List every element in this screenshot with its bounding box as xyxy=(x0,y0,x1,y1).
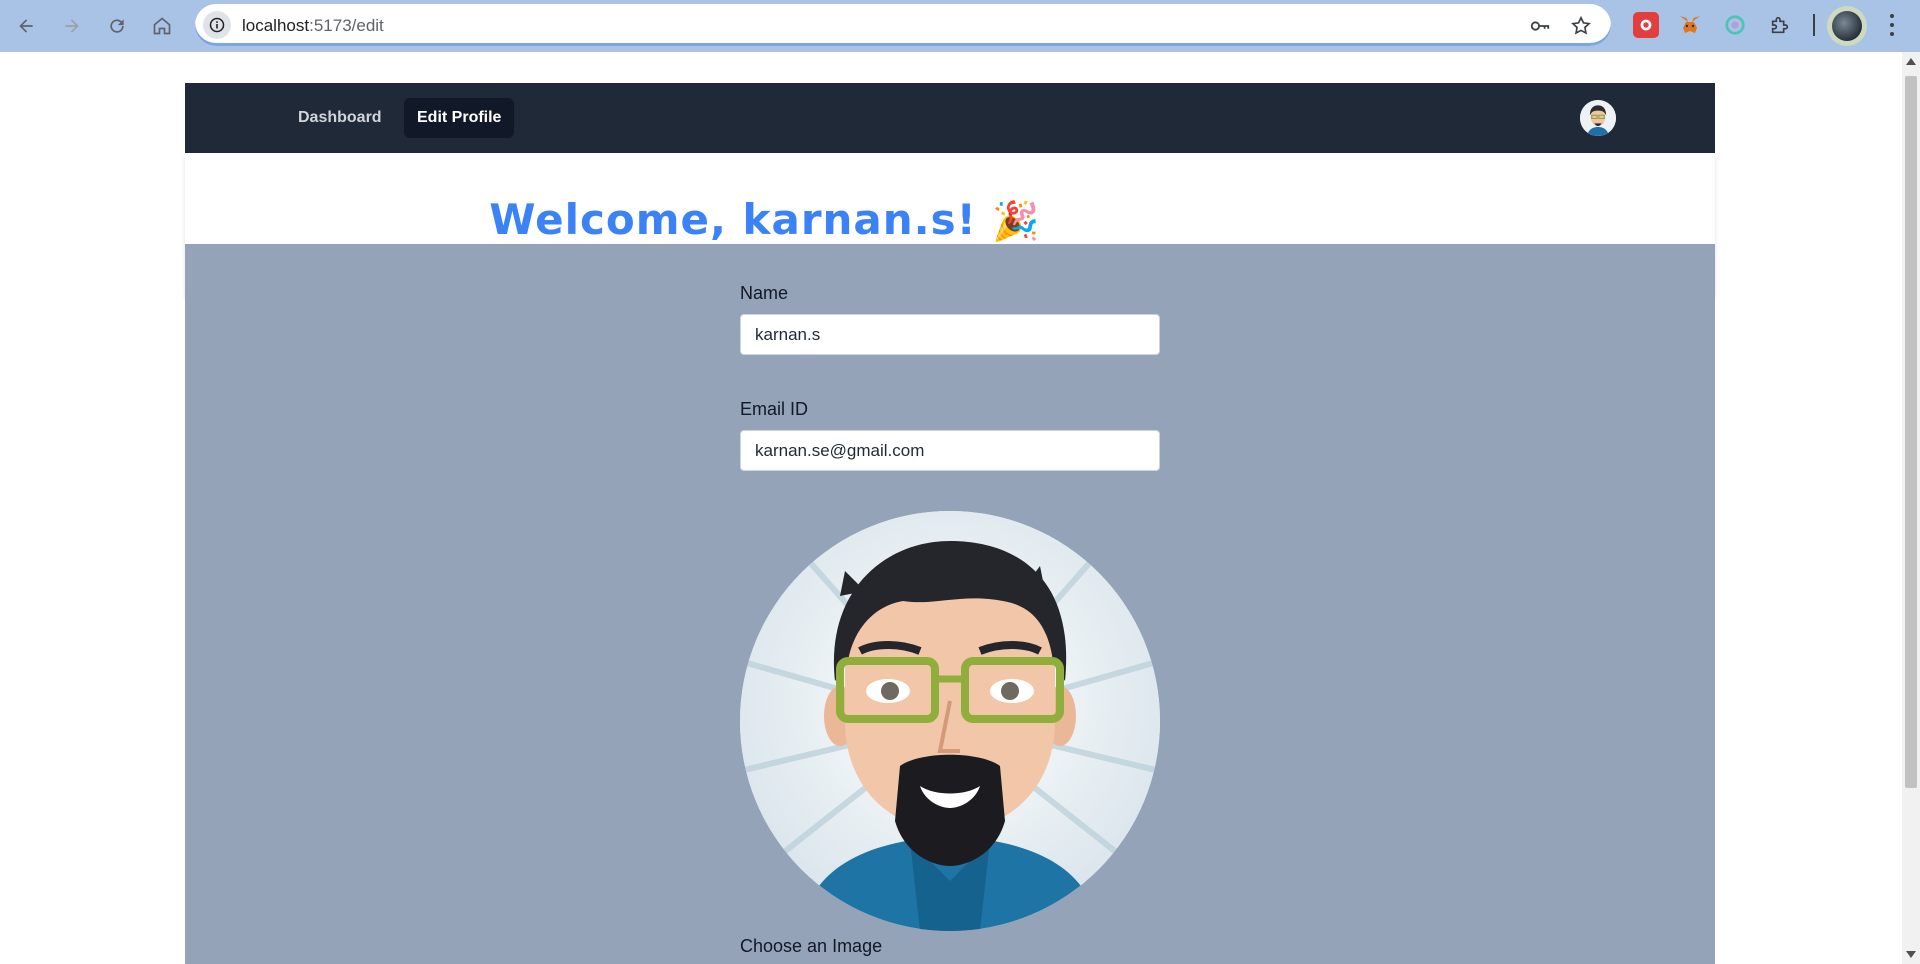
welcome-heading: Welcome, karnan.s! 🎉 xyxy=(0,195,1530,244)
page-viewport: Dashboard Edit Profile Name karnan.s Ema… xyxy=(0,52,1902,964)
back-icon[interactable] xyxy=(10,10,42,42)
scroll-down-icon[interactable] xyxy=(1906,951,1916,958)
choose-image-label: Choose an Image xyxy=(740,936,883,956)
top-navbar: Dashboard Edit Profile xyxy=(185,83,1715,153)
forward-icon[interactable] xyxy=(56,10,88,42)
home-icon[interactable] xyxy=(146,10,178,42)
browser-toolbar: localhost:5173/edit xyxy=(0,0,1920,52)
password-key-icon[interactable] xyxy=(1529,15,1551,37)
scrollbar-thumb[interactable] xyxy=(1905,76,1917,788)
email-label: Email ID xyxy=(740,399,809,419)
nav-edit-profile-link[interactable]: Edit Profile xyxy=(404,98,515,138)
user-avatar-icon[interactable] xyxy=(1580,100,1616,136)
site-info-icon[interactable] xyxy=(203,11,231,39)
extension-red-icon[interactable] xyxy=(1633,12,1659,38)
metamask-fox-icon[interactable] xyxy=(1677,12,1703,38)
address-bar[interactable]: localhost:5173/edit xyxy=(195,4,1611,46)
bookmark-star-icon[interactable] xyxy=(1570,15,1592,37)
party-popper-icon: 🎉 xyxy=(992,199,1041,243)
page-scrollbar[interactable] xyxy=(1902,52,1920,964)
nav-dashboard-link[interactable]: Dashboard xyxy=(285,98,395,138)
edit-profile-section: Name karnan.s Email ID karnan.se@gmail.c… xyxy=(185,244,1715,964)
menu-icon[interactable] xyxy=(1884,12,1900,38)
profile-avatar-icon[interactable] xyxy=(1827,6,1867,46)
toolbar-divider xyxy=(1813,14,1815,36)
extensions-puzzle-icon[interactable] xyxy=(1767,12,1793,38)
email-input[interactable]: karnan.se@gmail.com xyxy=(740,430,1160,471)
welcome-text: Welcome, karnan.s! xyxy=(489,195,977,244)
reload-icon[interactable] xyxy=(101,10,133,42)
name-label: Name xyxy=(740,283,789,303)
name-input[interactable]: karnan.s xyxy=(740,314,1160,355)
scroll-up-icon[interactable] xyxy=(1906,58,1916,65)
extension-circle-icon[interactable] xyxy=(1722,12,1748,38)
url-text: localhost:5173/edit xyxy=(242,16,384,35)
profile-image xyxy=(740,511,1160,931)
